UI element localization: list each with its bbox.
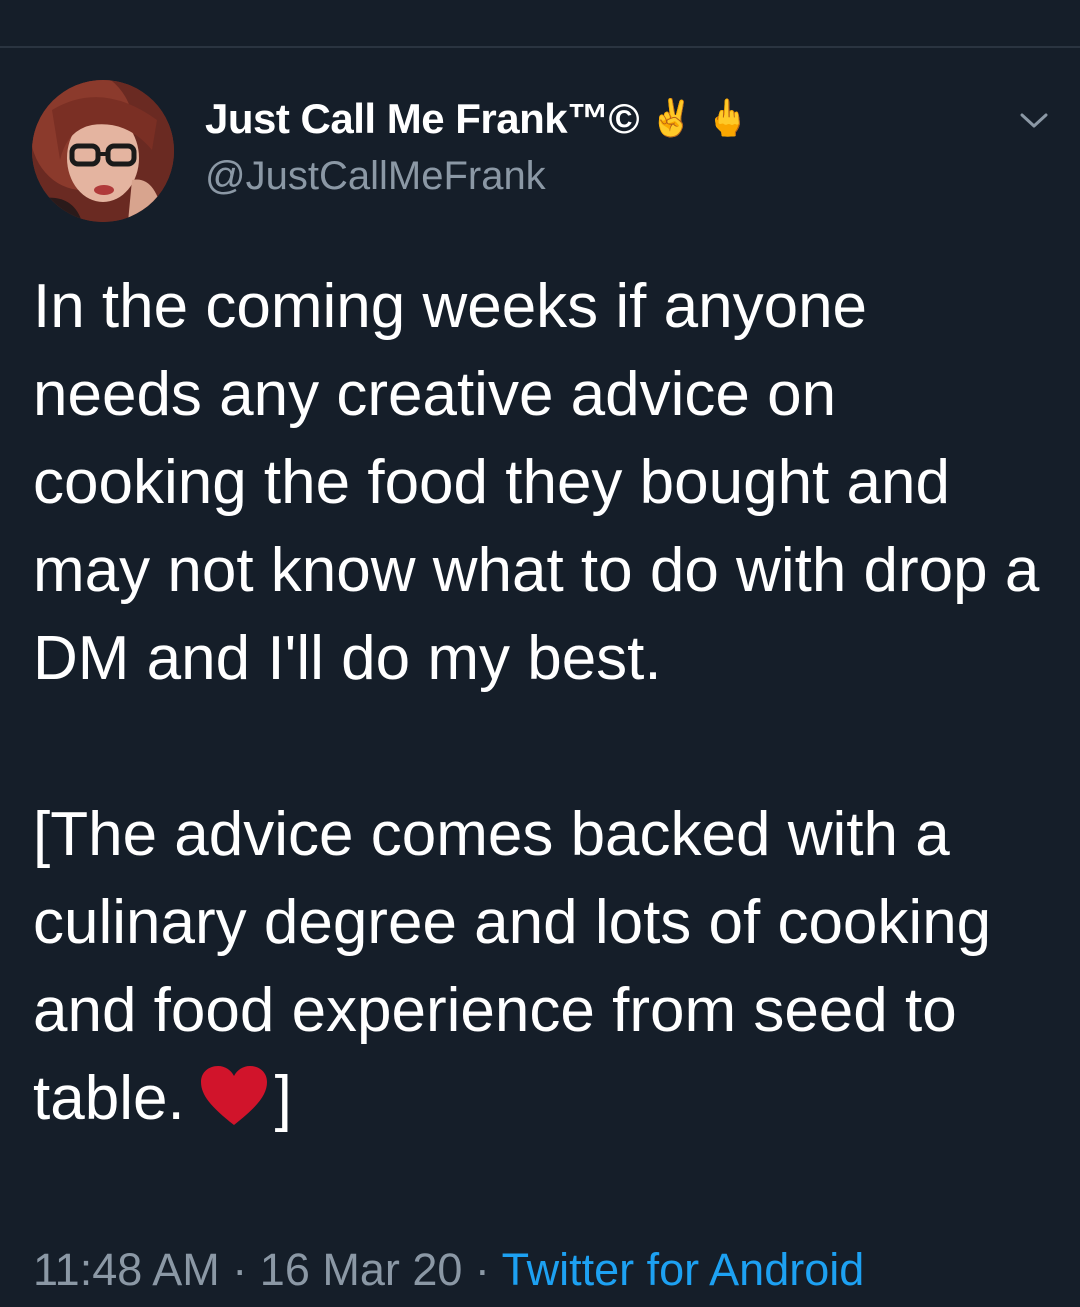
tweet-screen: Just Call Me Frank™© ✌️ 🖕 @JustCallMeFra… [0,0,1080,1307]
tweet-paragraph-2-close: ] [274,1064,292,1133]
tweet-meta: 11:48 AM · 16 Mar 20 · Twitter for Andro… [33,1240,864,1300]
meta-separator: · [219,1244,260,1295]
user-handle[interactable]: @JustCallMeFrank [205,154,750,199]
tweet-date[interactable]: 16 Mar 20 [260,1244,463,1295]
chevron-down-icon[interactable] [1018,106,1050,134]
name-emoji: ✌️ 🖕 [649,98,751,139]
tweet-source-link[interactable]: Twitter for Android [502,1244,865,1295]
display-name-row: Just Call Me Frank™© ✌️ 🖕 [205,92,750,146]
top-divider [0,46,1080,48]
avatar-image [32,80,174,222]
tweet-text: In the coming weeks if anyone needs any … [33,263,1043,1151]
tweet-paragraph-2: [The advice comes backed with a culinary… [33,791,1043,1151]
display-name[interactable]: Just Call Me Frank™© [205,95,640,143]
tweet-time: 11:48 AM [33,1244,220,1295]
tweet-paragraph-2-text: [The advice comes backed with a culinary… [33,800,1009,1133]
tweet-paragraph-1: In the coming weeks if anyone needs any … [33,272,1057,693]
meta-separator-2: · [462,1244,502,1295]
author-block[interactable]: Just Call Me Frank™© ✌️ 🖕 @JustCallMeFra… [205,92,750,212]
avatar[interactable] [32,80,174,222]
red-heart-icon [199,1063,269,1151]
